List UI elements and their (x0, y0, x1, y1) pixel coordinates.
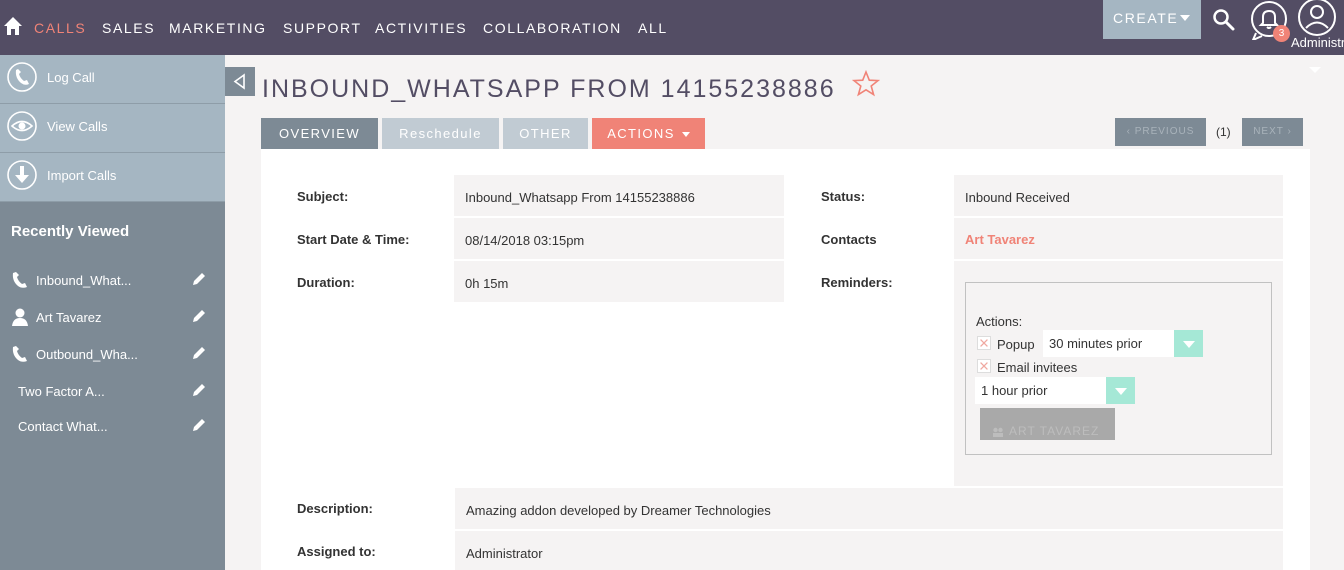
nav-all[interactable]: ALL (638, 20, 668, 36)
assigned-text: Administrator (466, 546, 543, 561)
subject-label: Subject: (297, 189, 349, 204)
home-icon[interactable] (3, 16, 23, 36)
start-date-label: Start Date & Time: (297, 232, 410, 247)
contacts-label: Contacts (821, 232, 877, 247)
subject-value: Inbound_Whatsapp From 14155238886 (454, 175, 784, 216)
recent-item-label: Outbound_Wha... (36, 347, 138, 362)
sidebar: Log Call View Calls Import Calls Recentl… (0, 55, 225, 570)
sidebar-action-label: Log Call (47, 70, 95, 85)
phone-icon (12, 346, 27, 362)
email-checkbox-icon[interactable] (977, 359, 991, 373)
dropdown-arrow-icon[interactable] (1106, 377, 1135, 404)
recent-item[interactable]: Contact What... (0, 411, 225, 441)
next-button[interactable]: NEXT › (1242, 118, 1303, 146)
pencil-icon[interactable] (191, 271, 207, 287)
description-label: Description: (297, 501, 373, 516)
invitee-button[interactable]: ART TAVAREZ (980, 408, 1115, 440)
tab-other[interactable]: OTHER (503, 118, 588, 149)
assigned-value: Administrator (455, 531, 1283, 570)
pencil-icon[interactable] (191, 382, 207, 398)
popup-timing-value: 30 minutes prior (1049, 336, 1143, 351)
top-navigation: CALLS SALES MARKETING SUPPORT ACTIVITIES… (0, 0, 1344, 55)
create-button[interactable]: CREATE (1103, 0, 1201, 39)
sidebar-collapse-button[interactable] (225, 67, 255, 96)
email-timing-value: 1 hour prior (981, 383, 1048, 398)
duration-value: 0h 15m (454, 261, 784, 302)
phone-icon (12, 272, 27, 288)
start-date-value: 08/14/2018 03:15pm (454, 218, 784, 259)
contact-link[interactable]: Art Tavarez (965, 232, 1272, 247)
sidebar-action-view-calls[interactable]: View Calls (0, 104, 225, 153)
popup-label: Popup (997, 337, 1035, 352)
recent-item-label: Two Factor A... (18, 384, 105, 399)
recent-item[interactable]: Two Factor A... (0, 376, 225, 406)
nav-collaboration[interactable]: COLLABORATION (483, 20, 622, 36)
assigned-label: Assigned to: (297, 544, 376, 559)
sidebar-action-log-call[interactable]: Log Call (0, 55, 225, 104)
pager-count: (1) (1216, 125, 1231, 139)
nav-activities[interactable]: ACTIVITIES (375, 20, 467, 36)
reminder-actions-label: Actions: (976, 314, 1023, 329)
description-text: Amazing addon developed by Dreamer Techn… (466, 503, 771, 518)
eye-icon (7, 111, 37, 141)
user-menu-caret-icon[interactable] (1309, 67, 1321, 73)
user-avatar-icon[interactable] (1297, 0, 1337, 37)
nav-marketing[interactable]: MARKETING (169, 20, 267, 36)
recently-viewed-heading: Recently Viewed (11, 223, 130, 240)
status-label: Status: (821, 189, 866, 204)
caret-down-icon (681, 132, 690, 138)
start-date-text: 08/14/2018 03:15pm (465, 233, 585, 248)
caret-down-icon (1180, 15, 1190, 21)
recent-item-label: Inbound_What... (36, 273, 132, 288)
favorite-star-icon[interactable] (852, 70, 880, 98)
email-invitees-label: Email invitees (997, 360, 1078, 375)
recent-item-label: Contact What... (18, 419, 108, 434)
pencil-icon[interactable] (191, 345, 207, 361)
pencil-icon[interactable] (191, 308, 207, 324)
recent-item[interactable]: Outbound_Wha... (0, 339, 225, 369)
search-icon[interactable] (1212, 8, 1236, 32)
tab-overview[interactable]: OVERVIEW (261, 118, 378, 149)
nav-calls[interactable]: CALLS (34, 20, 86, 36)
popup-timing-select[interactable]: 30 minutes prior (1043, 330, 1203, 357)
recent-item[interactable]: Inbound_What... (0, 265, 225, 295)
page-title: INBOUND_WHATSAPP FROM 14155238886 (262, 75, 836, 103)
notification-badge: 3 (1273, 25, 1290, 42)
tab-reschedule[interactable]: Reschedule (382, 118, 499, 149)
sidebar-action-label: Import Calls (47, 168, 117, 183)
create-button-label: CREATE (1113, 10, 1179, 26)
sidebar-action-label: View Calls (47, 119, 108, 134)
previous-button[interactable]: ‹ PREVIOUS (1115, 118, 1206, 146)
dropdown-arrow-icon[interactable] (1174, 330, 1203, 357)
description-value: Amazing addon developed by Dreamer Techn… (455, 488, 1283, 529)
phone-icon (7, 62, 37, 92)
status-text: Inbound Received (965, 190, 1070, 205)
pencil-icon[interactable] (191, 417, 207, 433)
reminders-label: Reminders: (821, 275, 893, 290)
recent-item[interactable]: Art Tavarez (0, 302, 225, 332)
duration-label: Duration: (297, 275, 355, 290)
actions-menu-label: ACTIONS (607, 126, 675, 141)
invitee-button-label: ART TAVAREZ (1009, 424, 1100, 438)
people-icon (993, 427, 1003, 437)
contacts-value: Art Tavarez (954, 218, 1283, 259)
email-timing-select[interactable]: 1 hour prior (975, 377, 1135, 404)
next-label: NEXT (1253, 126, 1284, 137)
actions-menu-button[interactable]: ACTIONS (592, 118, 705, 149)
user-name-label[interactable]: Administrator (1291, 35, 1344, 50)
popup-checkbox-icon[interactable] (977, 336, 991, 350)
person-icon (12, 308, 28, 326)
nav-sales[interactable]: SALES (102, 20, 155, 36)
duration-text: 0h 15m (465, 276, 509, 291)
download-icon (7, 160, 37, 190)
sidebar-action-import-calls[interactable]: Import Calls (0, 153, 225, 202)
recent-item-label: Art Tavarez (36, 310, 102, 325)
sidebar-actions: Log Call View Calls Import Calls (0, 55, 225, 202)
subject-text: Inbound_Whatsapp From 14155238886 (465, 190, 695, 205)
status-value: Inbound Received (954, 175, 1283, 216)
nav-support[interactable]: SUPPORT (283, 20, 362, 36)
previous-label: PREVIOUS (1134, 126, 1195, 137)
